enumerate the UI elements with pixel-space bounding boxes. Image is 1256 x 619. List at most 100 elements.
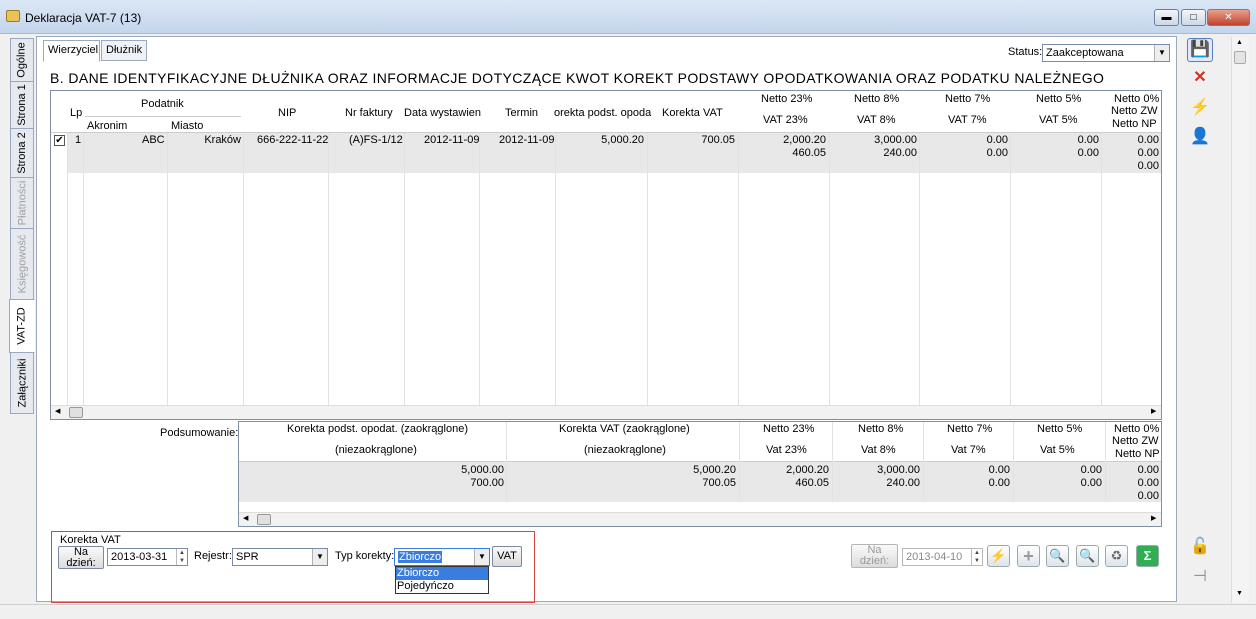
summary-horizontal-scrollbar[interactable]: ◀ ▶ [239, 512, 1161, 526]
sum-header-vat23[interactable]: Vat 23% [766, 444, 807, 456]
dropdown-option-zbiorczo[interactable]: Zbiorczo [396, 567, 488, 580]
vat-button[interactable]: VAT [492, 546, 522, 567]
tab-dluznik[interactable]: Dłużnik [101, 40, 147, 61]
arrow-up-icon[interactable]: ▲ [974, 550, 980, 556]
cell-termin: 2012-11-09 [499, 134, 555, 146]
sum-netto0: 0.00 [1137, 464, 1159, 476]
tab-ogolne[interactable]: Ogólne [10, 38, 34, 82]
chevron-down-icon[interactable]: ▼ [312, 549, 327, 565]
na-dzien-button-2[interactable]: Na dzień: [851, 544, 898, 568]
col-header-data-wystawienia[interactable]: Data wystawien [404, 107, 481, 119]
sum-header-netto5[interactable]: Netto 5% [1037, 423, 1082, 435]
sum-header-netto23[interactable]: Netto 23% [763, 423, 814, 435]
col-header-vat8[interactable]: VAT 8% [857, 114, 896, 126]
cancel-icon[interactable]: ✕ [1187, 67, 1213, 91]
col-header-korekta-vat[interactable]: Korekta VAT [662, 107, 723, 119]
sum-netto5: 0.00 [1080, 464, 1102, 476]
col-header-vat23[interactable]: VAT 23% [763, 114, 808, 126]
sum-icon[interactable]: Σ [1136, 545, 1159, 567]
sum-header-korekta-podst-sub[interactable]: (niezaokrąglone) [335, 444, 417, 456]
col-header-netto8[interactable]: Netto 8% [854, 93, 899, 105]
sum-header-netto8[interactable]: Netto 8% [858, 423, 903, 435]
scroll-thumb[interactable] [69, 407, 83, 418]
col-header-netto23[interactable]: Netto 23% [761, 93, 812, 105]
col-header-lp[interactable]: Lp [70, 107, 82, 119]
col-header-netto0[interactable]: Netto 0% [1114, 93, 1159, 105]
tab-vat-zd[interactable]: VAT-ZD [9, 299, 35, 353]
col-header-netto7[interactable]: Netto 7% [945, 93, 990, 105]
search-icon[interactable]: 🔍 [1046, 545, 1069, 567]
sum-header-vat5[interactable]: Vat 5% [1040, 444, 1075, 456]
date-field-2[interactable]: 2013-04-10 ▲ ▼ [902, 548, 983, 566]
sum-header-korekta-podst[interactable]: Korekta podst. opodat. (zaokrąglone) [287, 423, 468, 435]
tab-wierzyciel[interactable]: Wierzyciel [43, 40, 100, 62]
close-button[interactable]: ✕ [1207, 9, 1250, 26]
sum-vat8: 240.00 [886, 477, 920, 489]
arrow-up-icon[interactable]: ▲ [1236, 39, 1243, 46]
dropdown-option-pojedynczo[interactable]: Pojedyńczo [396, 580, 488, 593]
user-tool-icon[interactable]: 👤 [1187, 126, 1213, 150]
summary-grid: Korekta podst. opodat. (zaokrąglone) (ni… [238, 421, 1162, 527]
col-header-nettozw[interactable]: Netto ZW [1111, 105, 1157, 117]
sum-header-korekta-vat[interactable]: Korekta VAT (zaokrąglone) [559, 423, 690, 435]
add-icon[interactable]: + [1017, 545, 1040, 567]
save-icon[interactable]: 💾 [1187, 38, 1213, 62]
row-checkbox[interactable]: ✔ [54, 135, 65, 146]
arrow-down-icon[interactable]: ▼ [1236, 590, 1243, 597]
col-header-vat7[interactable]: VAT 7% [948, 114, 987, 126]
scroll-thumb[interactable] [257, 514, 271, 525]
typ-korekty-select[interactable]: Zbiorczo ▼ [394, 548, 490, 566]
sum-header-netto0[interactable]: Netto 0% [1114, 423, 1159, 435]
cell-vat7: 0.00 [986, 147, 1008, 159]
maximize-button[interactable]: □ [1181, 9, 1206, 26]
scroll-thumb[interactable] [1234, 51, 1246, 64]
lock-icon[interactable]: 🔓 [1187, 536, 1213, 560]
col-header-vat5[interactable]: VAT 5% [1039, 114, 1078, 126]
arrow-up-icon[interactable]: ▲ [179, 550, 185, 556]
arrow-left-icon[interactable]: ◀ [243, 514, 248, 522]
sum-header-netto7[interactable]: Netto 7% [947, 423, 992, 435]
col-header-termin[interactable]: Termin [505, 107, 538, 119]
col-header-nip[interactable]: NIP [278, 107, 296, 119]
sum-header-nettonp[interactable]: Netto NP [1115, 448, 1160, 460]
sum-header-korekta-vat-sub[interactable]: (niezaokrąglone) [584, 444, 666, 456]
date-spinner[interactable]: ▲ ▼ [176, 549, 187, 565]
chevron-down-icon[interactable]: ▼ [474, 549, 489, 565]
minimize-button[interactable]: ▬ [1154, 9, 1179, 26]
korekta-date-field[interactable]: 2013-03-31 ▲ ▼ [107, 548, 188, 566]
tab-strona-2[interactable]: Strona 2 [10, 128, 34, 178]
lightning-icon[interactable]: ⚡ [987, 545, 1010, 567]
arrow-right-icon[interactable]: ▶ [1151, 407, 1156, 415]
sum-vat7: 0.00 [988, 477, 1010, 489]
rejestr-select[interactable]: SPR ▼ [232, 548, 328, 566]
arrow-down-icon[interactable]: ▼ [974, 558, 980, 564]
col-header-netto5[interactable]: Netto 5% [1036, 93, 1081, 105]
chevron-down-icon[interactable]: ▼ [1154, 45, 1169, 61]
horizontal-scrollbar[interactable]: ◀ ▶ [51, 405, 1161, 419]
col-header-miasto[interactable]: Miasto [171, 120, 203, 132]
sum-vat23: 460.05 [795, 477, 829, 489]
sum-header-vat7[interactable]: Vat 7% [951, 444, 986, 456]
sum-header-nettozw[interactable]: Netto ZW [1112, 435, 1158, 447]
arrow-left-icon[interactable]: ◀ [55, 407, 60, 415]
arrow-down-icon[interactable]: ▼ [179, 558, 185, 564]
tab-strona-1[interactable]: Strona 1 [10, 81, 34, 129]
search-all-icon[interactable]: 🔍 [1076, 545, 1099, 567]
col-header-nr-faktury[interactable]: Nr faktury [345, 107, 393, 119]
col-header-korekta-podst[interactable]: orekta podst. opoda [554, 107, 651, 119]
recycle-icon[interactable]: ♻ [1105, 545, 1128, 567]
window-title: Deklaracja VAT-7 (13) [25, 11, 142, 25]
sum-header-vat8[interactable]: Vat 8% [861, 444, 896, 456]
pin-icon[interactable]: ⊣ [1187, 566, 1213, 590]
tab-zalaczniki[interactable]: Załączniki [10, 352, 34, 414]
date-spinner-2[interactable]: ▲ ▼ [971, 549, 982, 565]
vertical-scrollbar[interactable]: ▲ ▼ [1231, 37, 1249, 603]
lightning-icon[interactable]: ⚡ [1187, 97, 1213, 121]
arrow-right-icon[interactable]: ▶ [1151, 514, 1156, 522]
status-select[interactable]: Zaakceptowana ▼ [1042, 44, 1170, 62]
cell-korekta-vat: 700.05 [701, 134, 735, 146]
col-header-nettonp[interactable]: Netto NP [1112, 118, 1157, 130]
col-header-akronim[interactable]: Akronim [87, 120, 127, 132]
cell-data-wystawienia: 2012-11-09 [424, 134, 480, 146]
na-dzien-button[interactable]: Na dzień: [58, 546, 104, 569]
